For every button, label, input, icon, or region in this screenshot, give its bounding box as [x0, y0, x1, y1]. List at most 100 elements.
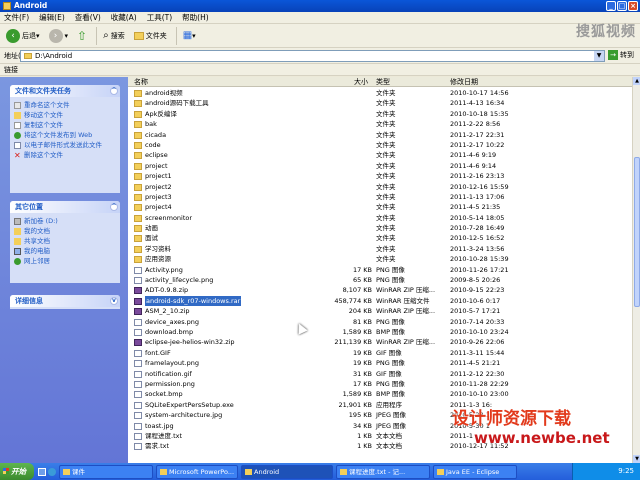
file-row[interactable]: framelayout.png 19 KB PNG 图像 2011-4-5 21:21 [128, 358, 632, 368]
menu-tools[interactable]: 工具(T) [147, 12, 172, 23]
menu-favorites[interactable]: 收藏(A) [111, 12, 137, 23]
task-email[interactable]: 以电子邮件形式发送此文件 [10, 140, 120, 150]
desktop-icon[interactable] [38, 467, 46, 476]
file-type: GIF 图像 [376, 369, 402, 378]
task-notepad[interactable]: 课程进度.txt - 记... [336, 464, 430, 479]
column-type[interactable]: 类型 [376, 77, 390, 87]
scroll-up-icon[interactable]: ▲ [633, 77, 640, 85]
up-folder-button[interactable]: ⇧ [74, 27, 90, 45]
file-row[interactable]: activity_lifecycle.png 65 KB PNG 图像 2009-8-… [128, 275, 632, 285]
panel-header[interactable]: 文件和文件夹任务 ^ [10, 85, 120, 97]
search-icon: ⌕ [103, 30, 109, 41]
task-copy[interactable]: 复制这个文件 [10, 120, 120, 130]
file-row[interactable]: bak 文件夹 2011-2-22 8:56 [128, 119, 632, 129]
panel-header[interactable]: 其它位置 ^ [10, 201, 120, 213]
menu-help[interactable]: 帮助(H) [182, 12, 209, 23]
column-name[interactable]: 名称 [134, 77, 148, 87]
place-network[interactable]: 网上邻居 [10, 256, 120, 266]
task-rename[interactable]: 重命名这个文件 [10, 100, 120, 110]
file-row[interactable]: Activity.png 17 KB PNG 图像 2010-11-26 17:21 [128, 265, 632, 275]
file-row[interactable]: eclipse 文件夹 2011-4-6 9:19 [128, 150, 632, 160]
up-folder-icon: ⇧ [77, 28, 88, 43]
close-button[interactable]: × [628, 1, 638, 11]
file-name: project2 [145, 182, 172, 191]
file-row[interactable]: ADT-0.9.8.zip 8,107 KB WinRAR ZIP 压缩... 201… [128, 285, 632, 295]
file-row[interactable]: eclipse-jee-helios-win32.zip 211,139 KB Wi… [128, 337, 632, 347]
file-row[interactable]: project2 文件夹 2010-12-16 15:59 [128, 182, 632, 192]
back-button[interactable]: ‹ 后退 ▾ [3, 27, 43, 45]
file-row[interactable]: project4 文件夹 2011-4-5 21:35 [128, 202, 632, 212]
file-icon [134, 391, 142, 399]
expand-icon[interactable]: v [110, 297, 118, 305]
file-row[interactable]: socket.bmp 1,589 KB BMP 图像 2010-10-10 23:00 [128, 389, 632, 399]
file-row[interactable]: 动画 文件夹 2010-7-28 16:49 [128, 223, 632, 233]
details-panel: 详细信息 v [10, 295, 120, 309]
file-row[interactable]: ASM_2_10.zip 204 KB WinRAR ZIP 压缩... 2010-5… [128, 306, 632, 316]
file-modified: 2010-9-26 22:06 [450, 338, 505, 347]
file-row[interactable]: 应用资源 文件夹 2010-10-28 15:39 [128, 254, 632, 264]
column-modified[interactable]: 修改日期 [450, 77, 478, 87]
menu-edit[interactable]: 编辑(E) [39, 12, 65, 23]
file-type: 文件夹 [376, 255, 396, 264]
address-input[interactable]: D:\Android ▼ [20, 50, 605, 62]
file-name: permission.png [145, 379, 195, 388]
search-button[interactable]: ⌕ 搜索 [100, 27, 128, 45]
file-row[interactable]: android源码下载工具 文件夹 2011-4-13 16:34 [128, 98, 632, 108]
file-modified: 2010-10-18 15:35 [450, 109, 509, 118]
maximize-button[interactable]: □ [617, 1, 627, 11]
file-row[interactable]: permission.png 17 KB PNG 图像 2010-11-28 22:2… [128, 379, 632, 389]
file-row[interactable]: project 文件夹 2011-4-6 9:14 [128, 161, 632, 171]
go-button[interactable]: → 转到 [608, 50, 634, 60]
place-my-computer[interactable]: 我的电脑 [10, 246, 120, 256]
file-row[interactable]: download.bmp 1,589 KB BMP 图像 2010-10-10 23:… [128, 327, 632, 337]
task-delete[interactable]: ✕ 删除这个文件 [10, 150, 120, 160]
file-row[interactable]: android视频 文件夹 2010-10-17 14:56 [128, 88, 632, 98]
task-android-folder[interactable]: Android [241, 464, 333, 479]
menu-view[interactable]: 查看(V) [75, 12, 101, 23]
file-row[interactable]: screenmonitor 文件夹 2010-5-14 18:05 [128, 213, 632, 223]
file-row[interactable]: project3 文件夹 2011-1-13 17:06 [128, 192, 632, 202]
file-modified: 2011-2-22 8:56 [450, 120, 501, 129]
place-drive-d[interactable]: 新加卷 (D:) [10, 216, 120, 226]
file-row[interactable]: 学习资料 文件夹 2011-3-24 13:56 [128, 244, 632, 254]
panel-header[interactable]: 详细信息 v [10, 295, 120, 307]
chevron-down-icon[interactable]: ▼ [594, 51, 604, 61]
file-row[interactable]: android-sdk_r07-windows.rar 458,774 KB Win… [128, 295, 632, 307]
vertical-scrollbar[interactable]: ▲ ▼ [632, 77, 640, 463]
file-type: BMP 图像 [376, 327, 406, 336]
place-shared-documents[interactable]: 共享文档 [10, 236, 120, 246]
file-name: 需求.txt [145, 442, 170, 451]
file-row[interactable]: cicada 文件夹 2011-2-17 22:31 [128, 130, 632, 140]
start-button[interactable]: 开始 [0, 463, 34, 480]
file-row[interactable]: code 文件夹 2011-2-17 10:22 [128, 140, 632, 150]
file-row[interactable]: 面试 文件夹 2010-12-5 16:52 [128, 233, 632, 243]
task-move[interactable]: 移动这个文件 [10, 110, 120, 120]
views-button[interactable]: ▦ ▾ [180, 27, 199, 45]
file-row[interactable]: project1 文件夹 2011-2-16 23:13 [128, 171, 632, 181]
forward-button[interactable]: › ▾ [46, 27, 72, 45]
scroll-thumb[interactable] [634, 157, 640, 307]
file-row[interactable]: device_axes.png 81 KB PNG 图像 2010-7-14 20:3… [128, 317, 632, 327]
place-my-documents[interactable]: 我的文档 [10, 226, 120, 236]
folders-button[interactable]: 文件夹 [131, 27, 170, 45]
task-powerpoint[interactable]: Microsoft PowerPo... [156, 464, 238, 479]
column-size[interactable]: 大小 [354, 77, 368, 87]
minimize-button[interactable]: _ [606, 1, 616, 11]
file-row[interactable]: font.GIF 19 KB GIF 图像 2011-3-11 15:44 [128, 348, 632, 358]
task-publish[interactable]: 将这个文件发布到 Web [10, 130, 120, 140]
menu-file[interactable]: 文件(F) [4, 12, 29, 23]
task-courseware[interactable]: 课件 [59, 464, 153, 479]
folder-icon [134, 131, 142, 139]
file-row[interactable]: Apk反编译 文件夹 2010-10-18 15:35 [128, 109, 632, 119]
folder-icon [24, 53, 32, 59]
clock[interactable]: 9:25 [618, 467, 634, 475]
links-bar[interactable]: 链接 [0, 64, 640, 76]
collapse-icon[interactable]: ^ [110, 203, 118, 211]
file-row[interactable]: notification.gif 31 KB GIF 图像 2011-2-12 22:… [128, 369, 632, 379]
scroll-down-icon[interactable]: ▼ [633, 455, 640, 463]
browser-icon[interactable] [48, 467, 56, 476]
file-name: cicada [145, 130, 167, 139]
file-type: WinRAR ZIP 压缩... [376, 286, 436, 295]
collapse-icon[interactable]: ^ [110, 87, 118, 95]
task-eclipse[interactable]: Java EE - Eclipse [433, 464, 517, 479]
